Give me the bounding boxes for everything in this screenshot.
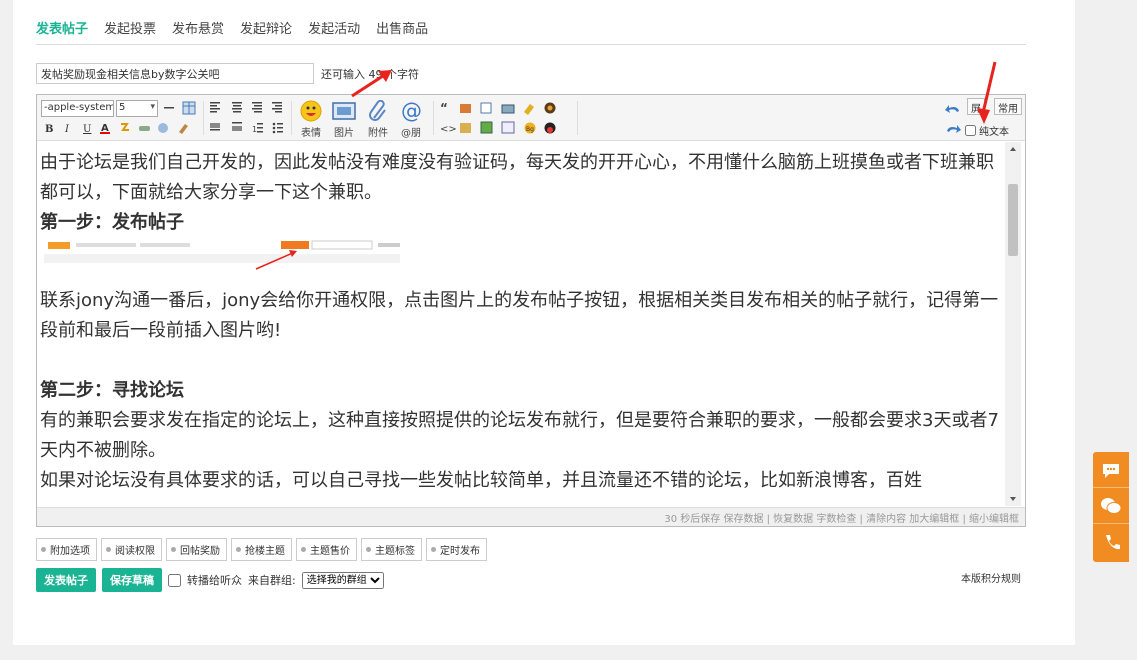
scroll-down-icon[interactable] <box>1005 494 1021 504</box>
font-select[interactable]: -apple-system <box>41 100 114 117</box>
editor-toolbar: -apple-system 5 B I U A <box>37 95 1025 141</box>
align-list-icons[interactable]: 1 <box>208 101 288 135</box>
size-select[interactable]: 5 <box>116 100 158 117</box>
emoji-label: 表情 <box>301 128 321 139</box>
svg-text:@: @ <box>401 100 422 122</box>
tab-trade[interactable]: 出售商品 <box>376 18 428 37</box>
scroll-up-icon[interactable] <box>1005 144 1021 154</box>
option-reply-reward[interactable]: 回帖奖励 <box>166 538 227 561</box>
svg-text:Bg: Bg <box>526 126 534 133</box>
chat-button[interactable] <box>1093 452 1129 488</box>
content-paragraph: 联系jony沟通一番后，jony会给你开通权限，点击图片上的发布帖子按钮，根据相… <box>40 290 999 341</box>
plaintext-checkbox[interactable] <box>965 125 976 136</box>
attach-label: 附件 <box>368 128 388 139</box>
image-button[interactable]: 图片 <box>328 99 360 139</box>
at-icon: @ <box>401 100 422 122</box>
scrollbar-thumb[interactable] <box>1008 184 1018 256</box>
content-paragraph: 如果对论坛没有具体要求的话，可以自己寻找一些发帖比较简单，并且流量还不错的论坛，… <box>40 470 922 491</box>
step2-heading: 第二步：寻找论坛 <box>40 380 184 401</box>
tab-divider <box>36 44 1026 45</box>
toolbar-separator <box>203 101 204 135</box>
wechat-button[interactable] <box>1093 488 1129 524</box>
save-draft-button[interactable]: 保存草稿 <box>102 568 162 592</box>
attach-button[interactable]: 附件 <box>362 99 394 139</box>
forum-screenshot-image <box>40 238 402 272</box>
svg-text:U: U <box>83 124 91 135</box>
option-thread-price[interactable]: 主题售价 <box>296 538 357 561</box>
submit-bar: 发表帖子 保存草稿 转播给听众 来自群组: 选择我的群组 <box>36 568 384 592</box>
option-extra[interactable]: 附加选项 <box>36 538 97 561</box>
forward-checkbox[interactable] <box>168 573 181 587</box>
svg-text:I: I <box>64 124 70 135</box>
undo-redo-icons[interactable] <box>945 101 963 133</box>
step1-heading: 第一步：发布帖子 <box>40 212 184 233</box>
at-label: @朋 <box>401 128 421 139</box>
insert-tool-icons[interactable]: “ <> Bg <box>438 101 573 135</box>
editor-status-bar[interactable]: 30 秒后保存 保存数据 | 恢复数据 字数检查 | 清除内容 加大编辑框 | … <box>37 507 1025 526</box>
chat-icon <box>1103 463 1119 478</box>
svg-text:<>: <> <box>440 124 457 135</box>
content-paragraph: 有的兼职会要求发在指定的论坛上，这种直接按照提供的论坛发布就行，但是要符合兼职的… <box>40 410 999 461</box>
group-label: 来自群组: <box>248 574 296 587</box>
option-thread-tags[interactable]: 主题标签 <box>361 538 422 561</box>
format-icons[interactable]: B I U A <box>43 121 198 135</box>
tab-poll[interactable]: 发起投票 <box>104 18 156 37</box>
hr-and-table-icons[interactable] <box>161 101 201 115</box>
tab-post[interactable]: 发表帖子 <box>36 18 88 37</box>
option-floor-grab[interactable]: 抢楼主题 <box>231 538 292 561</box>
points-rules-link[interactable]: 本版积分规则 <box>961 570 1021 585</box>
emoji-icon <box>300 100 322 122</box>
toolbar-separator <box>291 101 292 135</box>
toolbar-separator <box>433 101 434 135</box>
annotation-arrow-plaintext <box>977 61 997 124</box>
option-scheduled-post[interactable]: 定时发布 <box>426 538 487 561</box>
option-read-permission[interactable]: 阅读权限 <box>101 538 162 561</box>
image-label: 图片 <box>334 128 354 139</box>
tab-reward[interactable]: 发布悬赏 <box>172 18 224 37</box>
group-select[interactable]: 选择我的群组 <box>301 571 384 589</box>
content-paragraph: 由于论坛是我们自己开发的，因此发帖没有难度没有验证码，每天发的开开心心，不用懂什… <box>40 152 994 203</box>
editor-scrollbar[interactable] <box>1005 142 1021 506</box>
phone-button[interactable] <box>1093 524 1129 560</box>
tab-activity[interactable]: 发起活动 <box>308 18 360 37</box>
screenshot-image <box>40 238 1002 272</box>
floating-sidebar <box>1093 452 1129 562</box>
svg-text:“: “ <box>440 101 448 115</box>
phone-icon <box>1106 535 1120 550</box>
svg-text:1: 1 <box>252 125 257 134</box>
post-button[interactable]: 发表帖子 <box>36 568 96 592</box>
forward-label: 转播给听众 <box>187 574 242 587</box>
emoji-button[interactable]: 表情 <box>295 99 327 139</box>
annotation-arrow-image <box>351 70 392 98</box>
paperclip-icon <box>369 100 386 121</box>
editor-content[interactable]: 由于论坛是我们自己开发的，因此发帖没有难度没有验证码，每天发的开开心心，不用懂什… <box>37 142 1005 506</box>
wechat-icon <box>1101 497 1122 514</box>
post-type-tabs: 发表帖子 发起投票 发布悬赏 发起辩论 发起活动 出售商品 <box>36 18 428 37</box>
rich-editor: -apple-system 5 B I U A <box>36 94 1026 527</box>
at-friend-button[interactable]: @ @朋 <box>395 99 427 139</box>
subject-input[interactable] <box>36 63 314 84</box>
svg-text:B: B <box>45 124 53 135</box>
extra-options: 附加选项 阅读权限 回帖奖励 抢楼主题 主题售价 主题标签 定时发布 <box>36 538 487 561</box>
toolbar-separator <box>577 101 578 135</box>
image-icon <box>332 102 356 120</box>
tab-debate[interactable]: 发起辩论 <box>240 18 292 37</box>
